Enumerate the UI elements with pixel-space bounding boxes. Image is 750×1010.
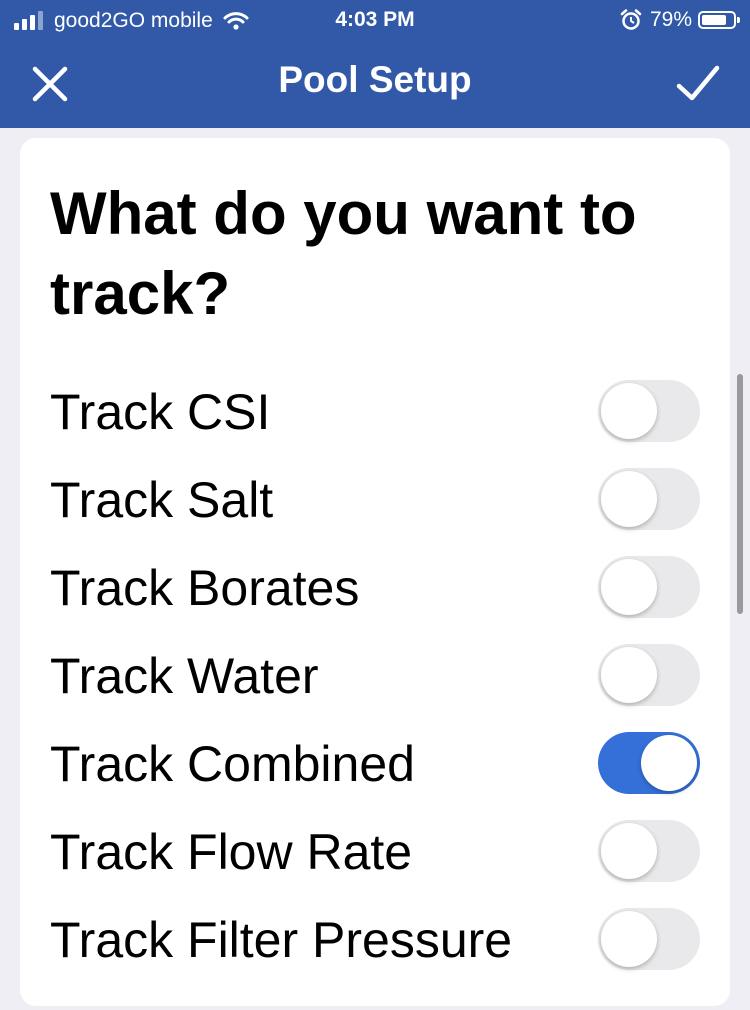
option-toggle[interactable] xyxy=(598,732,700,794)
option-label: Track CSI xyxy=(50,384,271,440)
toggle-knob xyxy=(601,823,657,879)
battery-percentage: 79% xyxy=(649,8,692,31)
option-row: Track Borates xyxy=(20,543,730,631)
toggle-knob xyxy=(601,911,657,967)
question-heading: What do you want to track? xyxy=(50,180,637,327)
option-toggle[interactable] xyxy=(598,908,700,970)
toggle-knob xyxy=(641,735,697,791)
toggle-knob xyxy=(601,559,657,615)
battery-tip xyxy=(737,17,740,23)
status-bar: good2GO mobile 4:03 PM 79% xyxy=(0,0,750,42)
toggle-knob xyxy=(601,471,657,527)
option-toggle[interactable] xyxy=(598,468,700,530)
option-row: Track CSI xyxy=(20,367,730,455)
option-row: Track Filter Pressure xyxy=(20,895,730,983)
option-label: Track Borates xyxy=(50,560,360,616)
option-label: Track Water xyxy=(50,648,319,704)
app-header: good2GO mobile 4:03 PM 79% Pool Setup xyxy=(0,0,750,128)
done-button[interactable] xyxy=(674,60,722,108)
alarm-icon xyxy=(620,9,642,30)
option-toggle[interactable] xyxy=(598,556,700,618)
battery-icon xyxy=(698,11,740,29)
option-toggle[interactable] xyxy=(598,644,700,706)
option-label: Track Salt xyxy=(50,472,274,528)
option-toggle[interactable] xyxy=(598,380,700,442)
battery-fill xyxy=(702,15,726,25)
option-row: Track Water xyxy=(20,631,730,719)
option-toggle[interactable] xyxy=(598,820,700,882)
tracking-options-card: What do you want to track? Track CSI Trac… xyxy=(20,138,730,1006)
option-row: Track Flow Rate xyxy=(20,807,730,895)
toggle-knob xyxy=(601,383,657,439)
option-label: Track Combined xyxy=(50,736,415,792)
option-row: Track Salt xyxy=(20,455,730,543)
toggle-knob xyxy=(601,647,657,703)
nav-bar: Pool Setup xyxy=(0,42,750,128)
option-row: Track Combined xyxy=(20,719,730,807)
option-label: Track Flow Rate xyxy=(50,824,413,880)
scrollbar[interactable] xyxy=(737,374,743,614)
option-label: Track Filter Pressure xyxy=(50,912,513,968)
page-title: Pool Setup xyxy=(278,59,472,100)
status-right: 79% xyxy=(620,8,740,32)
checkmark-icon xyxy=(676,65,720,101)
